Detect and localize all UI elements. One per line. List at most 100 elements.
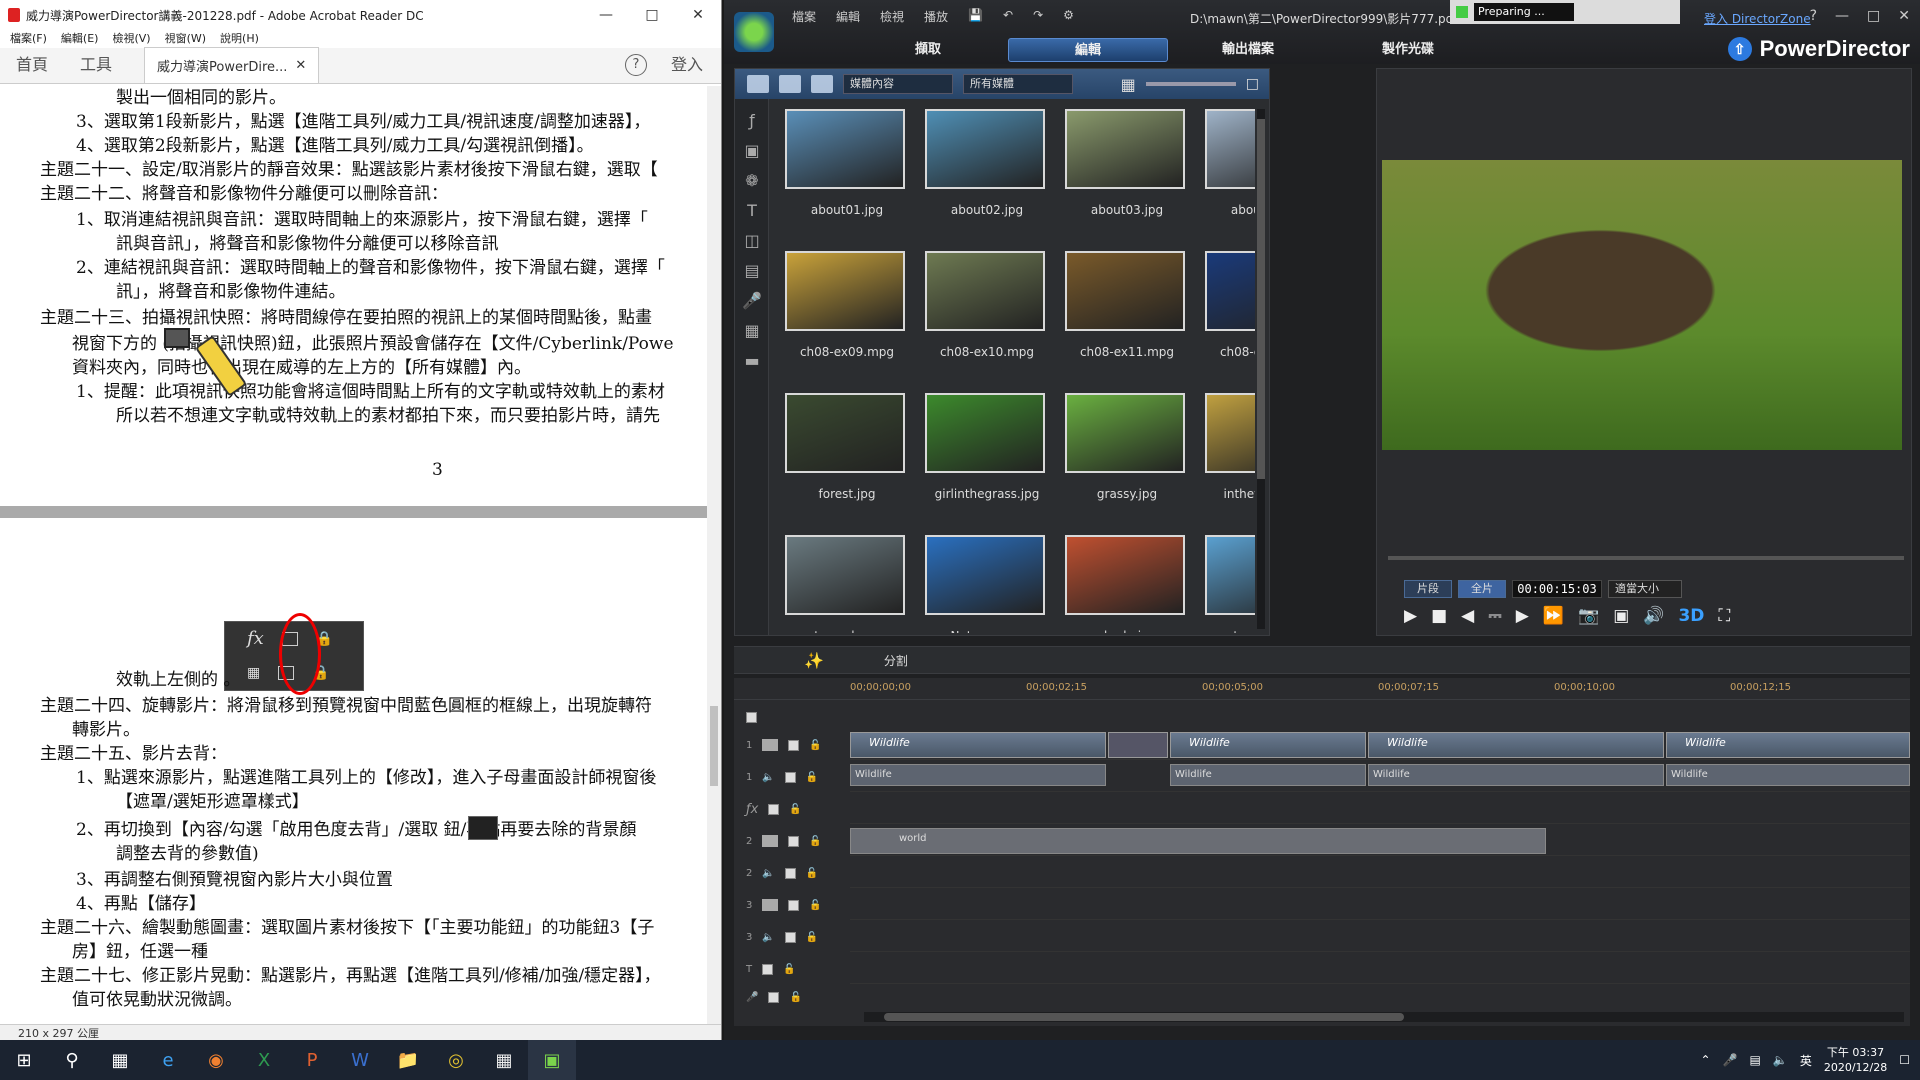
volume-icon[interactable]: 🔊 [1643,606,1664,626]
lock-icon[interactable]: 🔓 [806,772,818,783]
redo-icon[interactable]: ↷ [1033,8,1043,25]
pd-menu-file[interactable]: 檔案 [792,8,816,25]
lock-icon[interactable]: 🔓 [789,992,801,1003]
voice-over-icon[interactable]: 🎤 [742,291,762,310]
prev-frame-icon[interactable]: ◀ [1461,606,1474,626]
tab-produce[interactable]: 輸出檔案 [1168,38,1328,62]
zoom-slider[interactable] [1145,82,1236,86]
snapshot-icon[interactable]: 📷 [1578,606,1599,626]
media-item[interactable]: shade.jpg [1065,535,1189,633]
upgrade-icon[interactable]: ⇧ [1727,37,1752,61]
lock-icon[interactable]: 🔓 [783,964,795,975]
maximize-icon[interactable]: □ [629,0,675,30]
lock-icon[interactable]: 🔓 [806,868,818,879]
title-track[interactable] [850,954,1910,984]
tab-edit[interactable]: 編輯 [1008,38,1168,62]
mic-tray-icon[interactable]: 🎤 [1723,1053,1738,1067]
fast-forward-icon[interactable]: ⏩ [1543,606,1564,626]
media-item[interactable]: grassy.jpg [1065,393,1189,523]
timeline-ruler[interactable]: 00;00;00;00 00;00;02;15 00;00;05;00 00;00;0… [734,678,1910,700]
subtitle-room-icon[interactable]: ▬ [742,351,762,370]
checkbox-icon[interactable] [788,899,800,911]
menu-view[interactable]: 檢視(V) [112,30,150,48]
tab-create-disc[interactable]: 製作光碟 [1328,38,1488,62]
media-room-icon[interactable] [747,75,769,93]
scroll-thumb[interactable] [1257,119,1265,479]
checkbox-icon[interactable] [788,835,800,847]
split-icon[interactable]: ⎓ [1488,606,1502,626]
timecode[interactable]: 00:00:15:03 [1512,580,1602,598]
close-icon[interactable]: ✕ [1898,8,1910,24]
excel-icon[interactable]: X [240,1040,288,1080]
edge-icon[interactable]: e [144,1040,192,1080]
chapter-room-icon[interactable]: ▦ [742,321,762,340]
media-item[interactable]: about03.jpg [1065,109,1189,239]
tab-capture[interactable]: 擷取 [848,38,1008,62]
video-track-1[interactable]: Wildlife Wildlife Wildlife Wildlife [850,730,1910,760]
particle-room-icon[interactable]: ❁ [742,171,762,190]
split-button[interactable]: 分割 [884,652,908,669]
timeline-hscroll[interactable] [864,1012,1904,1022]
acrobat-taskbar-icon[interactable]: ▦ [480,1040,528,1080]
scroll-thumb[interactable] [710,706,718,786]
clip-mode-button[interactable]: 片段 [1404,580,1452,598]
media-item[interactable]: girlinthegrass.jpg [925,393,1049,523]
grid-view-icon[interactable]: ▦ [1121,75,1136,94]
chrome-icon[interactable]: ◎ [432,1040,480,1080]
preview-window[interactable] [1382,160,1902,450]
media-item[interactable]: ch08-ex09.mpg [785,251,909,381]
file-explorer-icon[interactable]: 📁 [384,1040,432,1080]
menu-window[interactable]: 視窗(W) [165,30,206,48]
media-item[interactable]: about02.jpg [925,109,1049,239]
lock-icon[interactable]: 🔓 [809,900,821,911]
gear-icon[interactable]: ⚙ [1063,8,1074,25]
powerdirector-taskbar-icon[interactable]: ▣ [528,1040,576,1080]
maximize-icon[interactable]: □ [1867,8,1880,24]
audio-track-1[interactable]: Wildlife Wildlife Wildlife Wildlife [850,762,1910,792]
video-clip[interactable]: Wildlife [1170,732,1366,758]
video-track-2[interactable]: world [850,826,1910,856]
media-item[interactable]: motorcycles.mpo [785,535,909,633]
checkbox-icon[interactable] [768,991,780,1003]
audio-clip[interactable]: Wildlife [1368,764,1664,786]
lock-icon[interactable]: 🔓 [809,836,821,847]
video-clip[interactable]: Wildlife [850,732,1106,758]
media-item[interactable]: forest.jpg [785,393,909,523]
media-item[interactable]: tropical.jpg [1205,535,1255,633]
play-icon[interactable]: ▶ [1404,606,1417,626]
media-item[interactable]: ch08-ex10.mpg [925,251,1049,381]
pd-menu-view[interactable]: 檢視 [880,8,904,25]
checkbox-icon[interactable] [784,931,796,943]
media-item[interactable]: about04.jpg [1205,109,1255,239]
login-button[interactable]: 登入 [671,51,721,83]
lock-icon[interactable]: 🔓 [806,932,818,943]
clock[interactable]: 下午 03:37 2020/12/28 [1824,1045,1887,1075]
tab-tools[interactable]: 工具 [64,51,128,83]
help-icon[interactable]: ? [624,54,647,76]
checkbox-icon[interactable] [746,711,757,723]
checkbox-icon[interactable] [784,867,796,879]
scroll-thumb[interactable] [884,1013,1404,1021]
word-icon[interactable]: W [336,1040,384,1080]
checkbox-icon[interactable] [784,771,796,783]
start-icon[interactable]: ⊞ [0,1040,48,1080]
preview-timeline-slider[interactable] [1388,556,1904,560]
minimize-icon[interactable]: — [583,0,629,30]
checkbox-icon[interactable] [788,739,800,751]
menu-edit[interactable]: 編輯(E) [61,30,99,48]
video-track-3[interactable] [850,890,1910,920]
help-icon[interactable]: ? [1810,8,1817,24]
pd-menu-play[interactable]: 播放 [924,8,948,25]
checkbox-icon[interactable] [768,803,780,815]
audio-clip[interactable]: Wildlife [850,764,1106,786]
media-item[interactable]: ch08-ex11.mpg [1065,251,1189,381]
lock-icon[interactable]: 🔓 [809,740,821,751]
video-clip[interactable]: Wildlife [1368,732,1664,758]
menu-help[interactable]: 說明(H) [220,30,259,48]
plugin-icon[interactable] [811,75,833,93]
movie-mode-button[interactable]: 全片 [1458,580,1506,598]
media-item[interactable]: ch08-ex12.mpg [1205,251,1255,381]
chevron-up-icon[interactable]: ⌃ [1701,1053,1711,1067]
notification-icon[interactable]: ☐ [1899,1053,1910,1067]
large-thumb-icon[interactable]: □ [1246,76,1259,92]
